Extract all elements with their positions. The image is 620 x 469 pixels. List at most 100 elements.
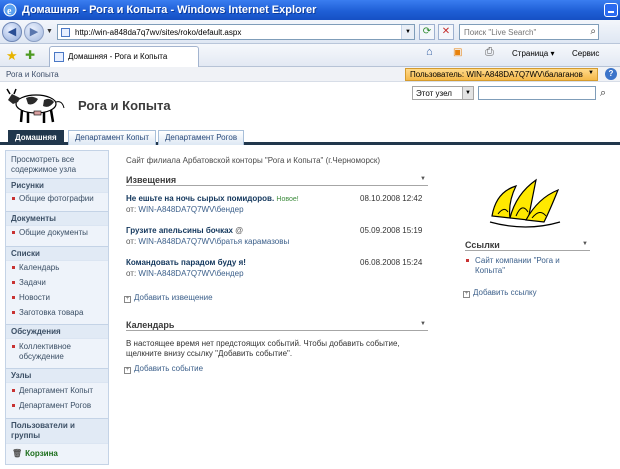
attachment-icon: @ bbox=[235, 226, 244, 235]
refresh-button[interactable]: ⟳ bbox=[419, 24, 435, 40]
url-dropdown-icon[interactable]: ▼ bbox=[401, 25, 414, 39]
webpart-menu-icon[interactable]: ▼ bbox=[420, 321, 426, 327]
search-icon[interactable]: ⌕ bbox=[590, 26, 596, 37]
announcement-title[interactable]: Командовать парадом буду я! bbox=[126, 258, 246, 267]
announcement-author: от: WIN-A848DA7Q7WV\бендер bbox=[126, 205, 244, 214]
nav-header-lists[interactable]: Списки bbox=[6, 246, 108, 261]
print-icon[interactable]: ⎙ bbox=[485, 46, 494, 59]
live-search-field[interactable]: ⌕ bbox=[459, 24, 599, 40]
stop-button[interactable]: ✕ bbox=[438, 24, 454, 40]
links-webpart-title: Ссылки ▼ bbox=[465, 240, 590, 251]
tab-home[interactable]: Домашняя bbox=[8, 130, 64, 145]
nav-header-discussions[interactable]: Обсуждения bbox=[6, 324, 108, 339]
announcements-title[interactable]: Извещения bbox=[126, 175, 176, 185]
site-title[interactable]: Рога и Копыта bbox=[78, 98, 171, 113]
favorites-star-icon[interactable]: ★ bbox=[6, 48, 18, 64]
nav-header-pictures[interactable]: Рисунки bbox=[6, 178, 108, 193]
forward-button[interactable]: ▶ bbox=[24, 22, 44, 42]
announcement-title[interactable]: Грузите апельсины бочках @ bbox=[126, 226, 243, 235]
nav-item-news[interactable]: Новости bbox=[12, 293, 104, 303]
calendar-title[interactable]: Календарь bbox=[126, 320, 174, 330]
add-announcement-link[interactable]: + Добавить извещение bbox=[124, 293, 213, 303]
tab-page-icon bbox=[54, 52, 64, 62]
view-all-content-link[interactable]: Просмотреть все содержимое узла bbox=[11, 155, 103, 175]
announcement-author: от: WIN-A848DA7Q7WV\братья карамазовы bbox=[126, 237, 289, 246]
cow-logo bbox=[6, 88, 65, 123]
announcement-date: 08.10.2008 12:42 bbox=[360, 194, 423, 203]
nav-item-shared-documents[interactable]: Общие документы bbox=[12, 228, 104, 238]
announcement-title-text: Грузите апельсины бочках bbox=[126, 226, 233, 235]
announcements-webpart-title: Извещения ▼ bbox=[126, 175, 428, 186]
nav-item-shared-pictures[interactable]: Общие фотографии bbox=[12, 194, 104, 204]
svg-text:e: e bbox=[7, 6, 12, 17]
link-company-site[interactable]: Сайт компании "Рога и Копыта" bbox=[465, 256, 590, 276]
add-favorite-icon[interactable]: ✚ bbox=[25, 48, 35, 62]
site-breadcrumb[interactable]: Рога и Копыта bbox=[6, 70, 59, 79]
announcement-date: 05.09.2008 15:19 bbox=[360, 226, 423, 235]
page-icon bbox=[61, 28, 70, 37]
author-link[interactable]: WIN-A848DA7Q7WV\бендер bbox=[138, 205, 243, 214]
feeds-icon[interactable]: ▣ bbox=[453, 47, 462, 58]
announcement-date: 06.08.2008 15:24 bbox=[360, 258, 423, 267]
top-nav-tabs: Домашняя Департамент Копыт Департамент Р… bbox=[0, 128, 620, 145]
search-scope-value: Этот узел bbox=[416, 89, 452, 98]
announcement-title-text: Командовать парадом буду я! bbox=[126, 258, 246, 267]
recycle-bin-link[interactable]: 🗑 Корзина bbox=[12, 449, 58, 458]
ie-logo-icon: e bbox=[3, 3, 17, 17]
announcement-from-label: от: bbox=[126, 269, 137, 278]
site-image bbox=[489, 178, 561, 228]
page-menu[interactable]: Страница ▾ bbox=[512, 49, 555, 58]
add-link-link[interactable]: + Добавить ссылку bbox=[463, 288, 537, 298]
nav-header-sites[interactable]: Узлы bbox=[6, 368, 108, 383]
add-icon: + bbox=[124, 367, 131, 374]
url-text: http://win-a848da7q7wv/sites/roko/defaul… bbox=[75, 28, 242, 37]
add-link-label: Добавить ссылку bbox=[473, 288, 537, 297]
nav-item-hooves-dept[interactable]: Департамент Копыт bbox=[12, 386, 104, 396]
search-go-icon[interactable]: ⌕ bbox=[600, 87, 606, 100]
nav-item-horns-dept[interactable]: Департамент Рогов bbox=[12, 401, 104, 411]
author-link[interactable]: WIN-A848DA7Q7WV\братья карамазовы bbox=[138, 237, 289, 246]
quick-launch: Просмотреть все содержимое узла Рисунки … bbox=[5, 150, 109, 465]
chevron-down-icon: ▼ bbox=[588, 70, 594, 76]
back-button[interactable]: ◀ bbox=[2, 22, 22, 42]
add-icon: + bbox=[463, 291, 470, 298]
browser-tab[interactable]: Домашняя - Рога и Копыта bbox=[49, 46, 199, 67]
chevron-down-icon: ▼ bbox=[462, 87, 473, 99]
nav-item-goods-stock[interactable]: Заготовка товара bbox=[12, 308, 104, 318]
calendar-webpart-title: Календарь ▼ bbox=[126, 320, 428, 331]
tab-hooves-dept[interactable]: Департамент Копыт bbox=[68, 130, 157, 145]
webpart-menu-icon[interactable]: ▼ bbox=[582, 241, 588, 247]
add-event-label: Добавить событие bbox=[134, 364, 204, 373]
tools-menu[interactable]: Сервис bbox=[572, 49, 599, 58]
user-menu-button[interactable]: Пользователь: WIN-A848DA7Q7WV\балаганов … bbox=[405, 68, 598, 81]
author-link[interactable]: WIN-A848DA7Q7WV\бендер bbox=[138, 269, 243, 278]
recycle-bin-icon: 🗑 bbox=[12, 449, 23, 458]
nav-item-calendar[interactable]: Календарь bbox=[12, 263, 104, 273]
window-title: Домашняя - Рога и Копыта - Windows Inter… bbox=[22, 4, 317, 16]
help-icon[interactable]: ? bbox=[605, 68, 617, 80]
announcement-from-label: от: bbox=[126, 205, 137, 214]
announcement-title[interactable]: Не ешьте на ночь сырых помидоров. Новое! bbox=[126, 194, 299, 203]
nav-header-people-groups[interactable]: Пользователи и группы bbox=[6, 418, 108, 444]
links-title[interactable]: Ссылки bbox=[465, 240, 500, 250]
site-search-input[interactable] bbox=[478, 86, 596, 100]
tab-horns-dept[interactable]: Департамент Рогов bbox=[158, 130, 245, 145]
nav-item-team-discussion[interactable]: Коллективное обсуждение bbox=[12, 342, 104, 362]
live-search-input[interactable] bbox=[460, 25, 584, 39]
minimize-button[interactable] bbox=[604, 3, 618, 17]
search-scope-select[interactable]: Этот узел ▼ bbox=[412, 86, 474, 100]
new-badge-icon: ! bbox=[296, 196, 299, 203]
history-dropdown-icon[interactable]: ▼ bbox=[46, 28, 53, 35]
window-titlebar: e Домашняя - Рога и Копыта - Windows Int… bbox=[0, 0, 620, 20]
webpart-menu-icon[interactable]: ▼ bbox=[420, 176, 426, 182]
announcement-from-label: от: bbox=[126, 237, 137, 246]
nav-header-documents[interactable]: Документы bbox=[6, 211, 108, 226]
command-bar: ★ ✚ Домашняя - Рога и Копыта ⌂ ▣ ⎙ Стран… bbox=[0, 44, 620, 67]
announcement-title-text: Не ешьте на ночь сырых помидоров. bbox=[126, 194, 275, 203]
add-event-link[interactable]: + Добавить событие bbox=[124, 364, 203, 374]
home-icon[interactable]: ⌂ bbox=[426, 46, 433, 58]
recycle-bin-label: Корзина bbox=[25, 449, 58, 458]
user-menu-label: Пользователь: WIN-A848DA7Q7WV\балаганов bbox=[410, 70, 583, 79]
nav-item-tasks[interactable]: Задачи bbox=[12, 278, 104, 288]
url-field[interactable]: http://win-a848da7q7wv/sites/roko/defaul… bbox=[57, 24, 415, 40]
